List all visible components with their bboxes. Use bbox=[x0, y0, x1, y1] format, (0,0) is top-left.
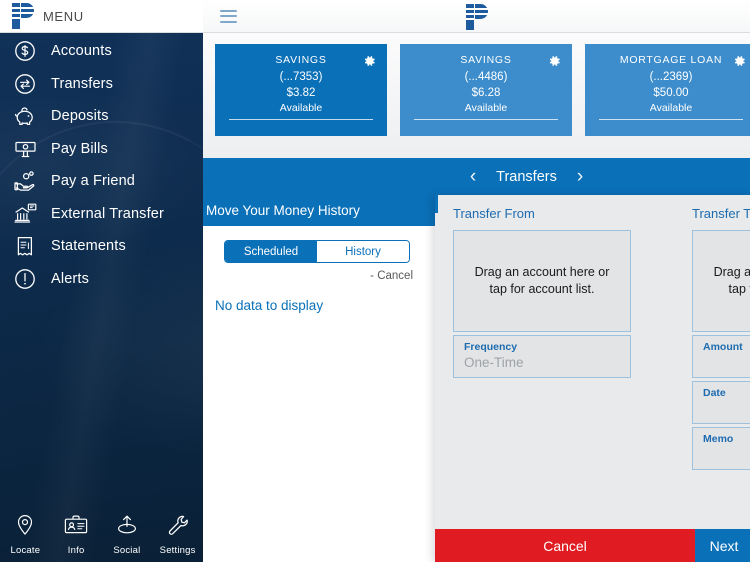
frequency-field[interactable]: Frequency One-Time bbox=[453, 335, 631, 378]
exclamation-circle-icon bbox=[11, 265, 39, 293]
date-field[interactable]: Date bbox=[692, 381, 750, 424]
menu-label: MENU bbox=[43, 8, 84, 24]
sidebar-item-label: Statements bbox=[51, 238, 126, 255]
pnc-logo-icon bbox=[465, 4, 488, 30]
account-card[interactable]: MORTGAGE LOAN (...2369) $50.00 Available bbox=[585, 44, 750, 136]
amount-label: Amount bbox=[703, 341, 743, 353]
page-title: Transfers bbox=[496, 168, 557, 185]
bottom-nav-label: Social bbox=[113, 544, 141, 556]
share-upload-icon bbox=[114, 513, 140, 542]
bank-building-icon bbox=[11, 200, 39, 228]
cancel-link[interactable]: - Cancel bbox=[203, 270, 413, 282]
date-label: Date bbox=[703, 387, 726, 399]
transfer-to-title: Transfer To bbox=[692, 206, 750, 221]
app-root: MENU Accounts Transfers Deposits Pay Bil… bbox=[0, 0, 750, 562]
account-amount: $6.28 bbox=[471, 87, 501, 99]
id-card-icon bbox=[63, 513, 89, 542]
main-content: SAVINGS (...7353) $3.82 Available SAVING… bbox=[203, 0, 750, 562]
map-pin-icon bbox=[14, 513, 36, 542]
memo-field[interactable]: Memo bbox=[692, 427, 750, 470]
sidebar: MENU Accounts Transfers Deposits Pay Bil… bbox=[0, 0, 203, 562]
sidebar-item-label: Deposits bbox=[51, 108, 109, 125]
tab-history[interactable]: History bbox=[317, 241, 409, 262]
sidebar-item-external-transfer[interactable]: External Transfer bbox=[0, 198, 203, 231]
prev-arrow-icon[interactable]: ‹ bbox=[470, 167, 476, 186]
transfer-to-dropzone[interactable]: Drag an account here or tap for account … bbox=[692, 230, 750, 332]
sidebar-item-deposits[interactable]: Deposits bbox=[0, 100, 203, 133]
transfer-from-column: Transfer From Drag an account here or ta… bbox=[435, 206, 674, 529]
next-button[interactable]: Next bbox=[695, 529, 750, 562]
account-status: Available bbox=[279, 102, 323, 114]
sidebar-item-label: Pay Bills bbox=[51, 140, 108, 157]
tab-scheduled[interactable]: Scheduled bbox=[225, 241, 317, 262]
bottom-nav-label: Locate bbox=[10, 544, 41, 556]
account-number: (...4486) bbox=[464, 71, 508, 83]
sidebar-item-pay-bills[interactable]: Pay Bills bbox=[0, 133, 203, 166]
account-status: Available bbox=[649, 102, 693, 114]
sidebar-header: MENU bbox=[0, 0, 203, 33]
divider bbox=[229, 119, 373, 120]
gear-icon[interactable] bbox=[547, 54, 561, 68]
modal-footer: Cancel Next bbox=[435, 529, 750, 562]
account-status: Available bbox=[464, 102, 508, 114]
account-cards-row: SAVINGS (...7353) $3.82 Available SAVING… bbox=[215, 44, 750, 136]
transfer-modal: Transfer From Drag an account here or ta… bbox=[435, 195, 750, 562]
divider bbox=[599, 119, 743, 120]
sidebar-item-label: Transfers bbox=[51, 75, 114, 92]
sidebar-item-accounts[interactable]: Accounts bbox=[0, 35, 203, 68]
receipt-icon bbox=[11, 232, 39, 260]
bottom-nav-label: Info bbox=[67, 544, 85, 556]
cancel-button[interactable]: Cancel bbox=[435, 529, 695, 562]
amount-field[interactable]: Amount bbox=[692, 335, 750, 378]
account-cards-area: SAVINGS (...7353) $3.82 Available SAVING… bbox=[203, 33, 750, 158]
gear-icon[interactable] bbox=[362, 54, 376, 68]
transfers-navigation-bar: ‹ Transfers › bbox=[203, 158, 750, 195]
hamburger-icon[interactable] bbox=[220, 9, 237, 23]
account-amount: $50.00 bbox=[653, 87, 689, 99]
account-number: (...2369) bbox=[649, 71, 693, 83]
history-tabs: Scheduled History bbox=[224, 240, 410, 263]
bottom-nav-locate[interactable]: Locate bbox=[0, 513, 51, 556]
bottom-nav-label: Settings bbox=[159, 544, 196, 556]
account-number: (...7353) bbox=[279, 71, 323, 83]
sidebar-nav: Accounts Transfers Deposits Pay Bills Pa… bbox=[0, 33, 203, 295]
account-card[interactable]: SAVINGS (...4486) $6.28 Available bbox=[400, 44, 572, 136]
transfer-from-dropzone[interactable]: Drag an account here or tap for account … bbox=[453, 230, 631, 332]
frequency-value: One-Time bbox=[464, 355, 524, 370]
sidebar-item-statements[interactable]: Statements bbox=[0, 230, 203, 263]
bottom-nav-info[interactable]: Info bbox=[51, 513, 102, 556]
frequency-label: Frequency bbox=[464, 341, 518, 353]
next-arrow-icon[interactable]: › bbox=[577, 167, 583, 186]
sidebar-item-label: Accounts bbox=[51, 43, 112, 60]
bottom-navigation: Locate Info Social Settings bbox=[0, 506, 203, 562]
account-name: MORTGAGE LOAN bbox=[619, 54, 723, 66]
sidebar-item-pay-a-friend[interactable]: Pay a Friend bbox=[0, 165, 203, 198]
hand-coin-icon bbox=[11, 167, 39, 195]
divider bbox=[414, 119, 558, 120]
piggy-bank-icon bbox=[11, 102, 39, 130]
memo-label: Memo bbox=[703, 433, 734, 445]
sidebar-item-label: External Transfer bbox=[51, 205, 164, 222]
wrench-icon bbox=[166, 513, 190, 542]
account-amount: $3.82 bbox=[286, 87, 316, 99]
dollar-circle-icon bbox=[11, 37, 39, 65]
sidebar-item-transfers[interactable]: Transfers bbox=[0, 68, 203, 101]
transfer-to-column: Transfer To Drag an account here or tap … bbox=[674, 206, 750, 529]
transfer-columns: Transfer From Drag an account here or ta… bbox=[435, 195, 750, 529]
sidebar-item-alerts[interactable]: Alerts bbox=[0, 263, 203, 296]
transfer-from-title: Transfer From bbox=[453, 206, 535, 221]
top-bar bbox=[203, 0, 750, 33]
transfer-arrows-circle-icon bbox=[11, 70, 39, 98]
bottom-nav-settings[interactable]: Settings bbox=[152, 513, 203, 556]
gear-icon[interactable] bbox=[732, 54, 746, 68]
banknote-hand-icon bbox=[11, 135, 39, 163]
sidebar-item-label: Pay a Friend bbox=[51, 173, 136, 190]
sidebar-item-label: Alerts bbox=[51, 270, 89, 287]
bottom-nav-social[interactable]: Social bbox=[102, 513, 153, 556]
account-card[interactable]: SAVINGS (...7353) $3.82 Available bbox=[215, 44, 387, 136]
history-panel-title: Move Your Money History bbox=[206, 203, 360, 218]
pnc-logo-icon bbox=[12, 3, 34, 29]
